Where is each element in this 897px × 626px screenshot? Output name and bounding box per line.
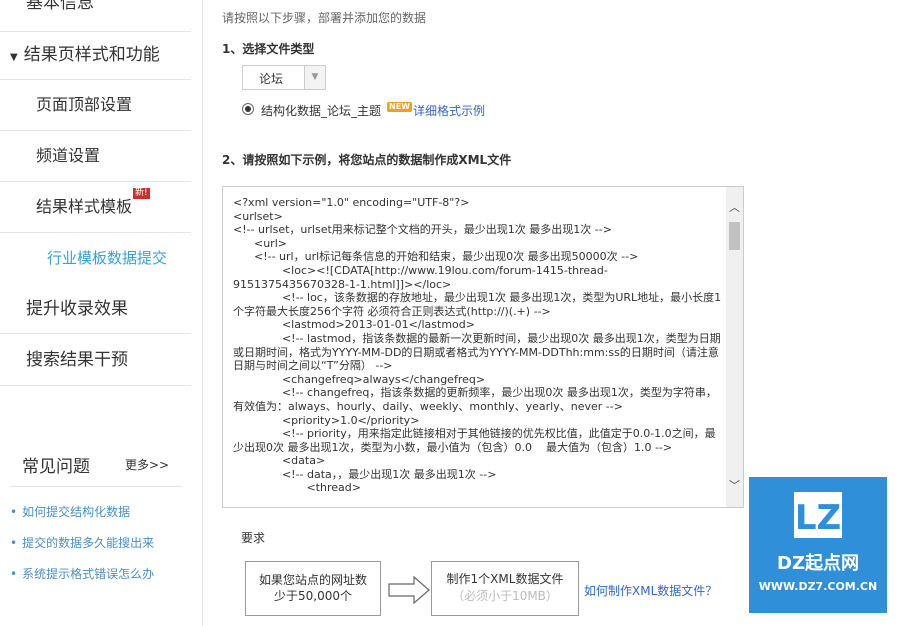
structured-data-radio[interactable]	[242, 103, 254, 115]
xml-line: <!-- loc，该条数据的存放地址，最少出现1次 最多出现1次，类型为URL地…	[233, 291, 722, 318]
sidebar-item-result-style-template[interactable]: 结果样式模板 新!	[0, 182, 191, 233]
watermark-logo-text: LZ	[795, 498, 841, 538]
url-count-text: 如果您站点的网址数少于50,000个	[258, 573, 367, 603]
watermark-url: WWW.DZ7.COM.CN	[758, 580, 878, 593]
xml-line: <changefreq>always</changefreq>	[233, 372, 486, 386]
sidebar-item-page-header-settings[interactable]: 页面顶部设置	[0, 80, 191, 131]
xml-line: <url>	[233, 236, 287, 250]
bullet-icon: •	[10, 536, 18, 550]
sidebar-item-improve-indexing[interactable]: 提升收录效果	[0, 284, 191, 334]
xml-line: <priority>1.0</priority>	[233, 413, 420, 427]
xml-line: <!-- priority，用来指定此链接相对于其他链接的优先权比值，此值定于0…	[233, 427, 716, 454]
xml-line: <loc><![CDATA[http://www.19lou.com/forum…	[233, 263, 608, 291]
xml-example-textarea[interactable]: <?xml version="1.0" encoding="UTF-8"?> <u…	[222, 186, 744, 508]
sidebar-item-label: 行业模板数据提交	[47, 249, 168, 267]
xml-line: <!-- data，，最少出现1次 最多出现1次 -->	[233, 467, 497, 481]
bullet-icon: •	[10, 567, 18, 581]
watermark: LZ DZ起点网 WWW.DZ7.COM.CN	[749, 477, 887, 613]
chevron-down-icon: ▼	[304, 66, 325, 89]
step1-title: 1、选择文件类型	[222, 42, 315, 56]
faq-link-search-delay[interactable]: • 提交的数据多久能搜出来	[10, 534, 154, 551]
faq-link-submit-structured-data[interactable]: • 如何提交结构化数据	[10, 503, 130, 520]
sidebar-item-channel-settings[interactable]: 频道设置	[0, 131, 191, 182]
intro-text: 请按照以下步骤，部署并添加您的数据	[222, 11, 427, 25]
how-to-make-xml-link[interactable]: 如何制作XML数据文件？	[584, 582, 717, 599]
watermark-logo: LZ	[794, 492, 842, 538]
xml-line: <lastmod>2013-01-01</lastmod>	[233, 318, 475, 332]
step2-title: 2、请按照如下示例，将您站点的数据制作成XML文件	[222, 153, 512, 167]
faq-title: 常见问题	[22, 457, 90, 477]
xml-line: <?xml version="1.0" encoding="UTF-8"?>	[233, 196, 470, 209]
watermark-brand: DZ起点网	[777, 553, 859, 574]
sidebar: 基本信息 ▼ 结果页样式和功能 页面顶部设置 频道设置 结果样式模板 新! 行业模…	[0, 0, 203, 626]
sidebar-item-label: 频道设置	[36, 146, 101, 165]
xml-line: <!-- changefreq，指该条数据的更新频率，最少出现0次 最多出现1次…	[233, 386, 717, 413]
xml-file-title: 制作1个XML数据文件	[446, 572, 564, 586]
faq-link-label: 提交的数据多久能搜出来	[22, 536, 155, 550]
faq-link-label: 如何提交结构化数据	[22, 505, 131, 519]
scroll-up-icon[interactable]: ︿	[726, 199, 743, 216]
xml-line: <!-- lastmod，指该条数据的最新一次更新时间，最少出现0次 最多出现1…	[233, 331, 721, 373]
xml-line: <!-- urlset，urlset用来标记整个文档的开头，最少出现1次 最多出…	[233, 223, 612, 237]
scrollbar[interactable]: ︿ ﹀	[726, 187, 743, 507]
sidebar-item-search-intervention[interactable]: 搜索结果干预	[0, 334, 191, 386]
url-count-box: 如果您站点的网址数少于50,000个	[245, 561, 381, 616]
bullet-icon: •	[10, 505, 18, 519]
xml-file-box: 制作1个XML数据文件 （必须小于10MB）	[431, 561, 579, 616]
sidebar-item-label: 页面顶部设置	[36, 95, 133, 114]
sidebar-item-label: 结果样式模板	[36, 197, 133, 216]
sidebar-item-label: 提升收录效果	[26, 299, 128, 319]
faq-divider	[10, 486, 182, 487]
xml-file-note: （必须小于10MB）	[452, 589, 558, 603]
sidebar-item-label: 搜索结果干预	[26, 350, 128, 370]
xml-example-content: <?xml version="1.0" encoding="UTF-8"?> <u…	[233, 196, 723, 495]
faq-link-label: 系统提示格式错误怎么办	[22, 567, 155, 581]
requirement-label: 要求	[241, 531, 266, 545]
faq-more-link[interactable]: 更多>>	[125, 456, 169, 473]
xml-line: <data>	[233, 454, 326, 468]
sidebar-item-industry-template-data[interactable]: 行业模板数据提交	[0, 233, 191, 284]
sidebar-section-label: 结果页样式和功能	[23, 45, 160, 65]
xml-line: <!-- url，url标记每条信息的开始和结束，最少出现0次 最多出现5000…	[233, 250, 639, 264]
file-type-value: 论坛	[259, 72, 284, 86]
arrow-right-icon	[388, 576, 430, 604]
sidebar-item-basic-info[interactable]: 基本信息	[0, 0, 191, 32]
sidebar-item-label: 基本信息	[26, 0, 94, 13]
scroll-thumb[interactable]	[729, 222, 740, 250]
radio-label: 结构化数据_论坛_主题	[261, 104, 382, 118]
xml-line: <urlset>	[233, 209, 283, 223]
file-type-select[interactable]: 论坛 ▼	[242, 65, 326, 90]
faq-link-format-error[interactable]: • 系统提示格式错误怎么办	[10, 565, 154, 582]
new-tag: NEW	[387, 102, 412, 112]
xml-line: <thread>	[233, 481, 361, 495]
detailed-example-link[interactable]: 详细格式示例	[413, 102, 485, 119]
new-badge: 新!	[133, 188, 150, 199]
caret-down-icon: ▼	[10, 52, 18, 63]
scroll-down-icon[interactable]: ﹀	[726, 477, 743, 494]
sidebar-section-result-page[interactable]: ▼ 结果页样式和功能	[0, 32, 191, 80]
